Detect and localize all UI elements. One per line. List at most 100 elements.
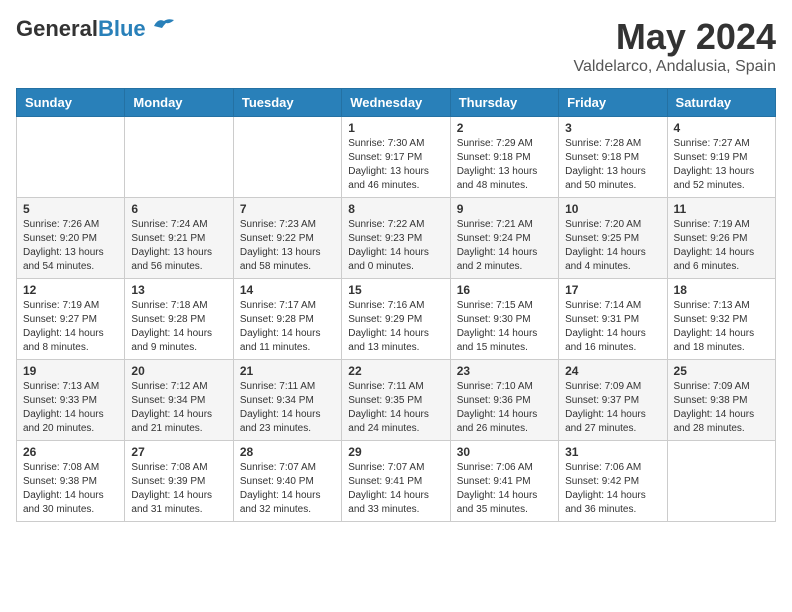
day-number: 11 [674,202,769,216]
day-number: 25 [674,364,769,378]
sunrise-info: Sunrise: 7:10 AM [457,381,533,392]
sunrise-info: Sunrise: 7:08 AM [23,462,99,473]
daylight-info: Daylight: 14 hours and 11 minutes. [240,328,321,353]
daylight-info: Daylight: 14 hours and 28 minutes. [674,409,755,434]
sunrise-info: Sunrise: 7:21 AM [457,219,533,230]
sunrise-info: Sunrise: 7:26 AM [23,219,99,230]
logo-bird-icon [152,16,176,34]
daylight-info: Daylight: 14 hours and 4 minutes. [565,247,646,272]
day-number: 18 [674,283,769,297]
calendar-day-cell: 31 Sunrise: 7:06 AM Sunset: 9:42 PM Dayl… [559,441,667,522]
daylight-info: Daylight: 14 hours and 23 minutes. [240,409,321,434]
calendar-week-row: 12 Sunrise: 7:19 AM Sunset: 9:27 PM Dayl… [17,279,776,360]
daylight-info: Daylight: 14 hours and 24 minutes. [348,409,429,434]
sunset-info: Sunset: 9:42 PM [565,476,639,487]
calendar-day-cell: 13 Sunrise: 7:18 AM Sunset: 9:28 PM Dayl… [125,279,233,360]
day-number: 5 [23,202,118,216]
sunset-info: Sunset: 9:20 PM [23,233,97,244]
day-number: 1 [348,121,443,135]
calendar-header-row: SundayMondayTuesdayWednesdayThursdayFrid… [17,89,776,117]
calendar-day-cell [17,117,125,198]
sunset-info: Sunset: 9:28 PM [131,314,205,325]
day-number: 7 [240,202,335,216]
logo-general: General [16,16,98,41]
daylight-info: Daylight: 14 hours and 32 minutes. [240,490,321,515]
sunrise-info: Sunrise: 7:09 AM [674,381,750,392]
calendar-day-cell [125,117,233,198]
sunrise-info: Sunrise: 7:29 AM [457,138,533,149]
daylight-info: Daylight: 14 hours and 31 minutes. [131,490,212,515]
sunrise-info: Sunrise: 7:15 AM [457,300,533,311]
sunset-info: Sunset: 9:34 PM [131,395,205,406]
sunset-info: Sunset: 9:36 PM [457,395,531,406]
sunrise-info: Sunrise: 7:19 AM [674,219,750,230]
sunset-info: Sunset: 9:29 PM [348,314,422,325]
daylight-info: Daylight: 14 hours and 0 minutes. [348,247,429,272]
sunrise-info: Sunrise: 7:24 AM [131,219,207,230]
day-number: 17 [565,283,660,297]
sunrise-info: Sunrise: 7:09 AM [565,381,641,392]
day-of-week-header: Wednesday [342,89,450,117]
daylight-info: Daylight: 14 hours and 6 minutes. [674,247,755,272]
sunset-info: Sunset: 9:17 PM [348,152,422,163]
daylight-info: Daylight: 13 hours and 56 minutes. [131,247,212,272]
sunrise-info: Sunrise: 7:07 AM [348,462,424,473]
day-number: 31 [565,445,660,459]
calendar-day-cell: 8 Sunrise: 7:22 AM Sunset: 9:23 PM Dayli… [342,198,450,279]
daylight-info: Daylight: 13 hours and 58 minutes. [240,247,321,272]
sunrise-info: Sunrise: 7:23 AM [240,219,316,230]
sunrise-info: Sunrise: 7:11 AM [348,381,423,392]
day-number: 20 [131,364,226,378]
calendar-day-cell: 4 Sunrise: 7:27 AM Sunset: 9:19 PM Dayli… [667,117,775,198]
sunrise-info: Sunrise: 7:28 AM [565,138,641,149]
daylight-info: Daylight: 14 hours and 20 minutes. [23,409,104,434]
sunset-info: Sunset: 9:41 PM [457,476,531,487]
day-of-week-header: Thursday [450,89,558,117]
day-number: 6 [131,202,226,216]
calendar-day-cell: 27 Sunrise: 7:08 AM Sunset: 9:39 PM Dayl… [125,441,233,522]
calendar-day-cell: 12 Sunrise: 7:19 AM Sunset: 9:27 PM Dayl… [17,279,125,360]
sunrise-info: Sunrise: 7:12 AM [131,381,207,392]
calendar-day-cell: 15 Sunrise: 7:16 AM Sunset: 9:29 PM Dayl… [342,279,450,360]
sunset-info: Sunset: 9:18 PM [565,152,639,163]
daylight-info: Daylight: 13 hours and 46 minutes. [348,166,429,191]
daylight-info: Daylight: 13 hours and 50 minutes. [565,166,646,191]
day-number: 10 [565,202,660,216]
sunset-info: Sunset: 9:31 PM [565,314,639,325]
sunset-info: Sunset: 9:18 PM [457,152,531,163]
day-of-week-header: Saturday [667,89,775,117]
calendar-day-cell: 23 Sunrise: 7:10 AM Sunset: 9:36 PM Dayl… [450,360,558,441]
sunrise-info: Sunrise: 7:16 AM [348,300,424,311]
daylight-info: Daylight: 14 hours and 26 minutes. [457,409,538,434]
day-number: 19 [23,364,118,378]
sunset-info: Sunset: 9:24 PM [457,233,531,244]
calendar-day-cell: 7 Sunrise: 7:23 AM Sunset: 9:22 PM Dayli… [233,198,341,279]
sunset-info: Sunset: 9:33 PM [23,395,97,406]
calendar-day-cell: 16 Sunrise: 7:15 AM Sunset: 9:30 PM Dayl… [450,279,558,360]
day-number: 16 [457,283,552,297]
sunset-info: Sunset: 9:40 PM [240,476,314,487]
logo-blue: Blue [98,16,146,41]
calendar-day-cell [233,117,341,198]
sunset-info: Sunset: 9:34 PM [240,395,314,406]
sunrise-info: Sunrise: 7:17 AM [240,300,316,311]
day-number: 27 [131,445,226,459]
day-number: 22 [348,364,443,378]
daylight-info: Daylight: 14 hours and 16 minutes. [565,328,646,353]
day-number: 28 [240,445,335,459]
daylight-info: Daylight: 13 hours and 54 minutes. [23,247,104,272]
day-number: 26 [23,445,118,459]
sunrise-info: Sunrise: 7:14 AM [565,300,641,311]
daylight-info: Daylight: 14 hours and 21 minutes. [131,409,212,434]
daylight-info: Daylight: 14 hours and 13 minutes. [348,328,429,353]
sunset-info: Sunset: 9:41 PM [348,476,422,487]
sunset-info: Sunset: 9:21 PM [131,233,205,244]
sunset-info: Sunset: 9:32 PM [674,314,748,325]
calendar-day-cell: 30 Sunrise: 7:06 AM Sunset: 9:41 PM Dayl… [450,441,558,522]
sunset-info: Sunset: 9:39 PM [131,476,205,487]
daylight-info: Daylight: 14 hours and 36 minutes. [565,490,646,515]
calendar-day-cell: 5 Sunrise: 7:26 AM Sunset: 9:20 PM Dayli… [17,198,125,279]
daylight-info: Daylight: 14 hours and 8 minutes. [23,328,104,353]
calendar-day-cell: 22 Sunrise: 7:11 AM Sunset: 9:35 PM Dayl… [342,360,450,441]
sunrise-info: Sunrise: 7:07 AM [240,462,316,473]
